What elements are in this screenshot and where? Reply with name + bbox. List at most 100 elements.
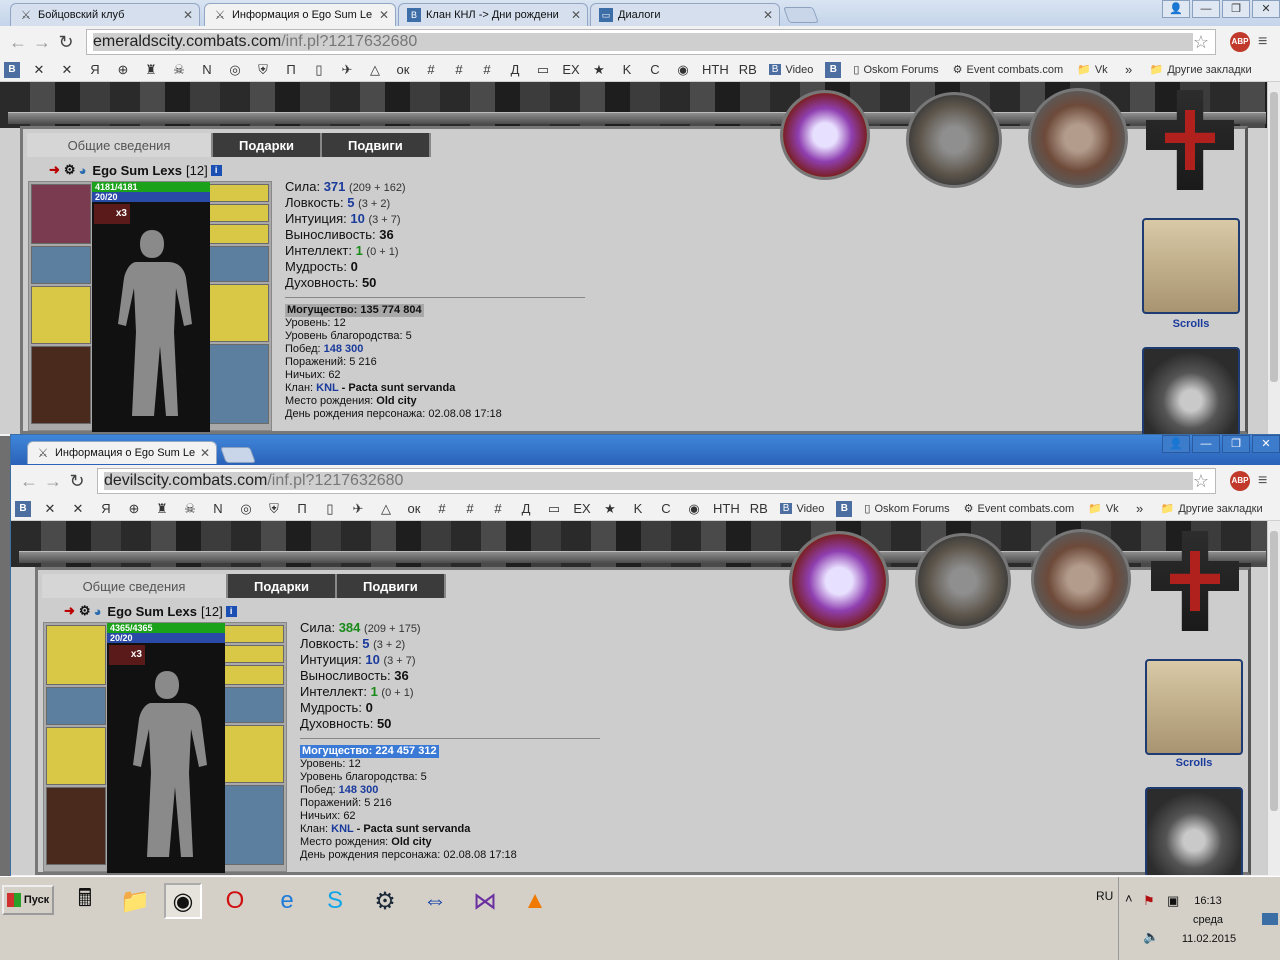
tv-icon[interactable]: ▭ [534, 61, 552, 79]
equipment-slot[interactable] [31, 184, 91, 244]
bookmark-video[interactable]: В Video [767, 61, 816, 79]
ntn-icon[interactable]: НТН [713, 500, 740, 518]
star-icon[interactable]: ☆ [1193, 32, 1209, 53]
clock-time[interactable]: 16:13 [1178, 895, 1238, 907]
tab-gifts[interactable]: Подарки [213, 133, 323, 157]
browser-tab[interactable]: ▭ Диалоги ✕ [590, 3, 780, 26]
vk-icon[interactable]: В [825, 61, 842, 78]
equipment-slot[interactable] [31, 346, 91, 424]
equipment-slot[interactable] [209, 224, 269, 244]
crown-badge-icon[interactable] [789, 531, 889, 631]
vk-icon[interactable]: В [15, 500, 31, 517]
close-icon[interactable]: ✕ [571, 8, 581, 22]
castle-icon[interactable]: ♜ [142, 61, 160, 79]
yandex-icon[interactable]: Я [86, 61, 104, 79]
equipment-slot[interactable] [209, 284, 269, 342]
n-icon[interactable]: N [209, 500, 227, 518]
equipment-slot[interactable] [46, 625, 106, 685]
hash-icon[interactable]: # [461, 500, 479, 518]
minimize-button[interactable]: — [1192, 435, 1220, 453]
dynamo-icon[interactable]: Д [506, 61, 524, 79]
equipment-slot[interactable] [46, 727, 106, 785]
shield-icon[interactable]: ⛨ [265, 500, 283, 518]
equipment-slot[interactable] [46, 687, 106, 725]
equipment-slot[interactable] [224, 625, 284, 643]
castle-icon[interactable]: ♜ [153, 500, 171, 518]
effect-badge[interactable]: x3 [94, 204, 130, 224]
eye-icon[interactable]: ◉ [685, 500, 703, 518]
chrome-icon[interactable]: ◉ [164, 883, 202, 919]
vk-icon[interactable]: В [836, 500, 853, 517]
new-tab-button[interactable] [783, 7, 819, 23]
bookmark-oskom[interactable]: ▯ Oskom Forums [862, 500, 951, 518]
p-icon[interactable]: П [282, 61, 300, 79]
rb-icon[interactable]: RB [750, 500, 768, 518]
calculator-icon[interactable]: 🖩 [66, 883, 104, 919]
bookmark-oskom[interactable]: ▯ Oskom Forums [851, 61, 940, 79]
folder-icon[interactable]: 📁 [116, 883, 154, 919]
equipment-slot[interactable] [224, 645, 284, 663]
equipment-slot[interactable] [224, 665, 284, 685]
tab-feats[interactable]: Подвиги [322, 133, 431, 157]
bookmark-vk[interactable]: 📁 Vk [1086, 500, 1121, 518]
scrolls-icon[interactable] [1142, 218, 1240, 314]
bookmark-vk[interactable]: 📁 Vk [1075, 61, 1110, 79]
star-icon[interactable]: ★ [601, 500, 619, 518]
effect-badge[interactable]: x3 [109, 645, 145, 665]
target-icon[interactable]: ⊕ [114, 61, 132, 79]
info-value[interactable]: KNL [316, 382, 338, 394]
menu-icon[interactable]: ≡ [1258, 472, 1274, 490]
shield-icon[interactable]: ⛨ [254, 61, 272, 79]
arrow-icon[interactable]: ➜ [49, 162, 60, 178]
ok-icon[interactable]: ок [405, 500, 423, 518]
profile-icon[interactable]: 👤 [1162, 0, 1190, 18]
vk-icon[interactable]: В [4, 61, 20, 78]
swords-icon[interactable]: ✕ [58, 61, 76, 79]
dynamo-icon[interactable]: Д [517, 500, 535, 518]
equipment-slot[interactable] [224, 725, 284, 783]
bird-icon[interactable]: ✈ [338, 61, 356, 79]
scrollbar[interactable] [1267, 82, 1280, 434]
hash-icon[interactable]: # [433, 500, 451, 518]
ok-icon[interactable]: ок [394, 61, 412, 79]
reload-icon[interactable]: ↻ [65, 471, 89, 492]
ex-icon[interactable]: EX [573, 500, 591, 518]
more-bookmarks-button[interactable]: » [1131, 500, 1149, 518]
scrolls-icon[interactable] [1145, 659, 1243, 755]
swords-badge-icon[interactable] [906, 92, 1002, 188]
star-icon[interactable]: ☆ [1193, 471, 1209, 492]
arrow-icon[interactable]: ➜ [64, 603, 75, 619]
equipment-slot[interactable] [209, 184, 269, 202]
swords-icon[interactable]: ✕ [30, 61, 48, 79]
new-tab-button[interactable] [220, 447, 256, 463]
adblock-icon[interactable]: ABP [1230, 32, 1250, 52]
k-icon[interactable]: K [629, 500, 647, 518]
info-value[interactable]: 148 300 [324, 343, 364, 355]
hash-icon[interactable]: # [450, 61, 468, 79]
info-icon[interactable]: i [225, 605, 237, 617]
volume-icon[interactable]: 🔈 [1143, 929, 1161, 945]
star-icon[interactable]: ★ [590, 61, 608, 79]
k-icon[interactable]: K [618, 61, 636, 79]
adblock-icon[interactable]: ABP [1230, 471, 1250, 491]
opera-icon[interactable]: O [216, 883, 254, 919]
bookmark-event[interactable]: ⚙ Event combats.com [951, 61, 1065, 79]
swords-icon[interactable]: ✕ [69, 500, 87, 518]
rb-icon[interactable]: RB [739, 61, 757, 79]
hash-icon[interactable]: # [478, 61, 496, 79]
forward-icon[interactable]: → [30, 32, 54, 53]
scrolls-label[interactable]: Scrolls [1142, 318, 1240, 330]
address-bar[interactable]: devilscity.combats.com/inf.pl?1217632680… [97, 468, 1216, 494]
info-value[interactable]: KNL [331, 823, 353, 835]
globe-icon[interactable]: ◎ [226, 61, 244, 79]
tv-icon[interactable]: ▭ [545, 500, 563, 518]
skype-icon[interactable]: S [316, 883, 354, 919]
eye-icon[interactable]: ◉ [674, 61, 692, 79]
browser-tab-active[interactable]: ⚔ Информация о Ego Sum Lexs ✕ [204, 3, 396, 26]
equipment-slot[interactable] [224, 785, 284, 865]
close-button[interactable]: ✕ [1252, 435, 1280, 453]
hash-icon[interactable]: # [422, 61, 440, 79]
tab-general[interactable]: Общие сведения [42, 574, 228, 598]
steam-icon[interactable]: ⚙ [366, 883, 404, 919]
tab-general[interactable]: Общие сведения [27, 133, 213, 157]
